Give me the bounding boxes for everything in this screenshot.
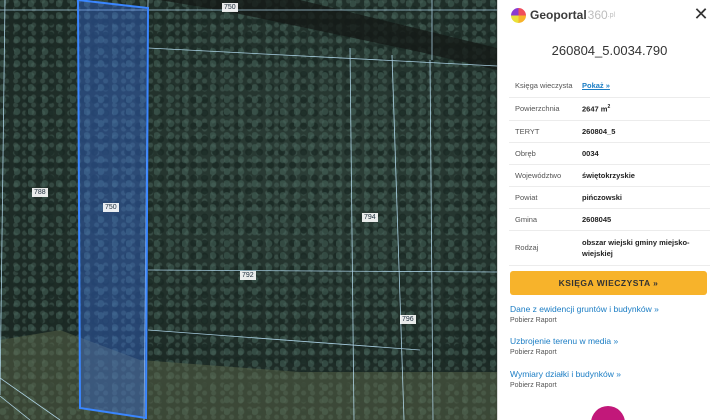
plot-label: 750: [103, 203, 119, 212]
property-row: Województwo świętokrzyskie: [509, 164, 710, 187]
property-key: TERYT: [509, 120, 579, 143]
property-row: Księga wieczysta Pokaż »: [509, 74, 710, 98]
property-row: Rodzaj obszar wiejski gminy miejsko-wiej…: [509, 230, 710, 266]
plot-label: 794: [362, 213, 378, 222]
property-row: TERYT 260804_5: [509, 120, 710, 143]
report-item: Dane z ewidencji gruntów i budynków » Po…: [510, 304, 710, 324]
area-unit-sup: 2: [607, 104, 611, 110]
floating-action-button[interactable]: [591, 406, 625, 420]
plot-info-panel: Geoportal 360 .pl ✕ 260804_5.0034.790 Ks…: [497, 0, 720, 420]
report-download[interactable]: Pobierz Raport: [510, 349, 710, 356]
property-value: obszar wiejski gminy miejsko-wiejskiej: [579, 230, 710, 266]
property-value: 2608045: [579, 208, 710, 231]
property-row: Gmina 2608045: [509, 208, 710, 231]
report-link[interactable]: Uzbrojenie terenu w media »: [510, 336, 710, 346]
property-key: Rodzaj: [509, 230, 579, 266]
property-value: 260804_5: [579, 120, 710, 143]
logo-text: Geoportal: [530, 8, 587, 22]
report-link[interactable]: Wymiary działki i budynków »: [510, 369, 710, 379]
area-value: 2647 m: [582, 104, 608, 114]
close-icon[interactable]: ✕: [693, 5, 709, 23]
property-value: 0034: [579, 142, 710, 165]
geoportal-logo[interactable]: Geoportal 360 .pl: [511, 6, 615, 24]
report-download[interactable]: Pobierz Raport: [510, 382, 710, 389]
property-key: Gmina: [509, 208, 579, 231]
property-key: Obręb: [509, 142, 579, 165]
plot-label: 792: [240, 271, 256, 280]
property-row: Powierzchnia 2647 m2: [509, 97, 710, 121]
property-value: pińczowski: [579, 186, 710, 209]
logo-icon: [511, 7, 526, 23]
plot-label: 796: [400, 315, 416, 324]
report-download[interactable]: Pobierz Raport: [510, 317, 710, 324]
property-key: Powierzchnia: [509, 97, 579, 121]
plot-label: 788: [32, 188, 48, 197]
property-row: Obręb 0034: [509, 142, 710, 165]
property-row: Powiat pińczowski: [509, 186, 710, 209]
plot-properties-table: Księga wieczysta Pokaż » Powierzchnia 26…: [509, 74, 710, 266]
report-link[interactable]: Dane z ewidencji gruntów i budynków »: [510, 304, 710, 314]
property-value: 2647 m2: [579, 97, 710, 121]
plot-label: 750: [222, 3, 238, 12]
property-value: świętokrzyskie: [579, 164, 710, 187]
road-strip: [160, 0, 497, 70]
report-item: Uzbrojenie terenu w media » Pobierz Rapo…: [510, 336, 710, 356]
property-key: Województwo: [509, 164, 579, 187]
property-key: Powiat: [509, 186, 579, 209]
plot-id-title: 260804_5.0034.790: [551, 43, 668, 58]
property-key: Księga wieczysta: [509, 74, 579, 98]
logo-number: 360: [587, 8, 608, 22]
logo-suffix: .pl: [607, 11, 616, 19]
land-register-button[interactable]: KSIĘGA WIECZYSTA »: [510, 271, 707, 295]
land-register-link[interactable]: Pokaż »: [579, 74, 710, 98]
report-item: Wymiary działki i budynków » Pobierz Rap…: [510, 369, 710, 389]
meadow-area: [0, 330, 497, 420]
